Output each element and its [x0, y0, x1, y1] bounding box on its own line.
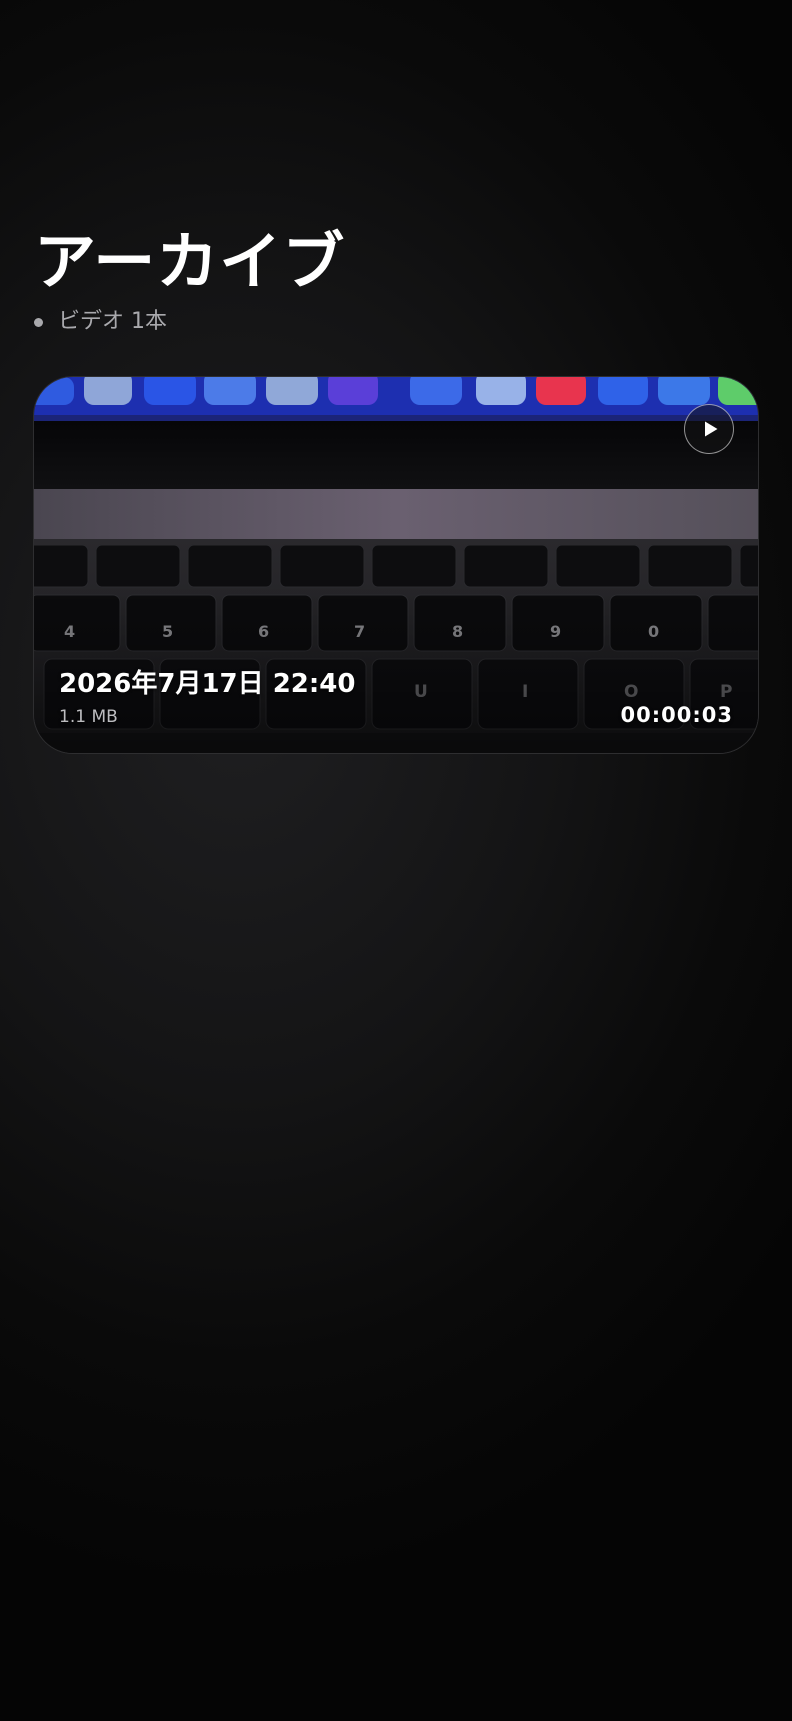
play-button[interactable]	[684, 404, 734, 454]
video-duration: 00:00:03	[620, 703, 733, 727]
video-count-label: ビデオ 1本	[58, 309, 167, 334]
page-title: アーカイブ	[34, 225, 346, 298]
video-info: 2026年7月17日 22:40 1.1 MB 00:00:03	[59, 667, 733, 729]
play-icon	[704, 421, 717, 437]
bullet-icon	[34, 317, 43, 327]
video-date: 2026年7月17日 22:40	[59, 669, 356, 699]
video-card[interactable]: 4 5 6 7 8 9 0 U I O P	[33, 376, 759, 754]
video-count: ビデオ 1本	[34, 307, 167, 337]
